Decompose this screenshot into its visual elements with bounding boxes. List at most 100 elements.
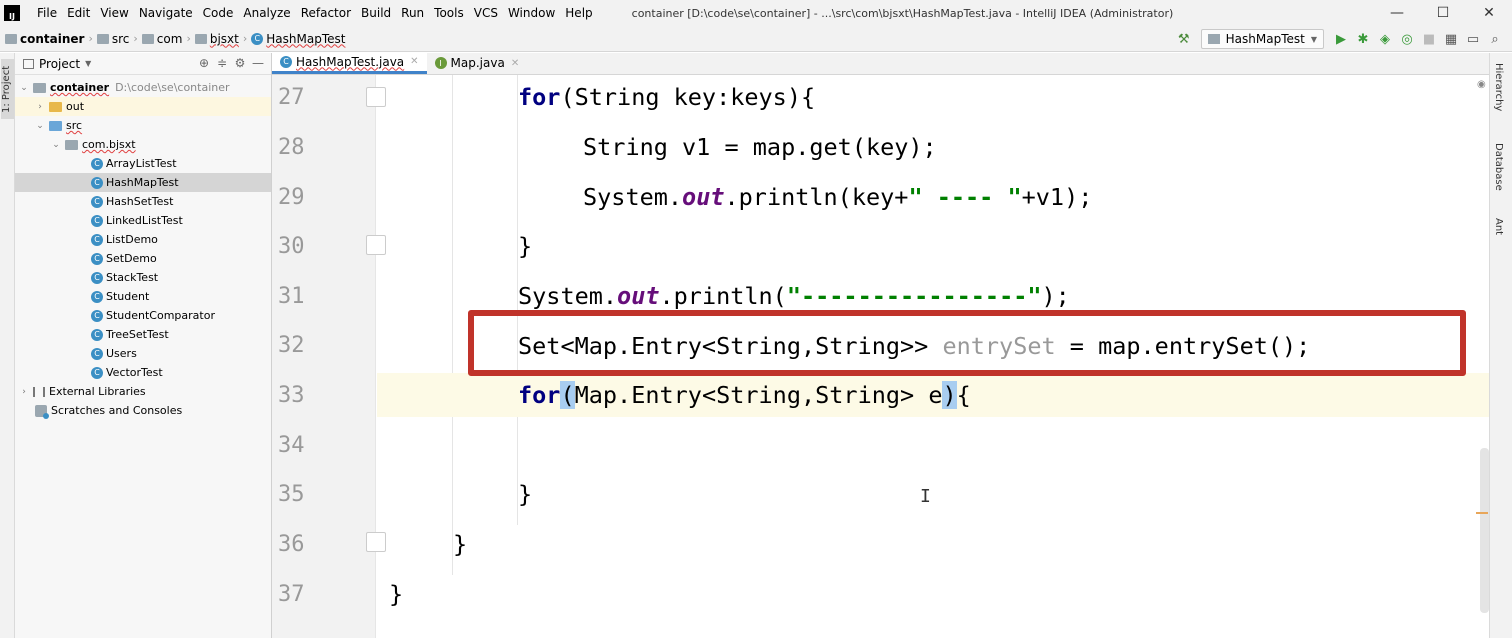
- tree-item-container[interactable]: ⌄ container D:\code\se\container: [15, 78, 271, 97]
- code-area[interactable]: for(String key:keys){ String v1 = map.ge…: [377, 75, 1489, 638]
- menu-view[interactable]: View: [95, 6, 133, 20]
- tree-item-label: LinkedListTest: [106, 214, 183, 227]
- collapse-arrow-icon[interactable]: ›: [35, 102, 45, 112]
- line-number: 30: [278, 234, 305, 259]
- debug-icon[interactable]: ✱: [1352, 28, 1374, 50]
- collapse-all-icon[interactable]: ≑: [213, 56, 231, 70]
- menu-file[interactable]: File: [32, 6, 62, 20]
- project-view-select[interactable]: Project: [39, 57, 80, 71]
- code-line-35: }: [377, 472, 1489, 516]
- tree-item-label: SetDemo: [106, 252, 157, 265]
- code-token: }: [389, 580, 404, 608]
- build-hammer-icon[interactable]: ⚒: [1173, 28, 1195, 50]
- run-configuration-select[interactable]: HashMapTest ▼: [1200, 29, 1324, 49]
- tab-hashmaptest[interactable]: C HashMapTest.java ✕: [272, 52, 427, 74]
- close-icon[interactable]: ✕: [410, 56, 418, 67]
- tree-item-out[interactable]: › out: [15, 97, 271, 116]
- stop-icon[interactable]: ■: [1418, 28, 1440, 50]
- profile-icon[interactable]: ◎: [1396, 28, 1418, 50]
- package-icon: [194, 33, 207, 44]
- menu-code[interactable]: Code: [198, 6, 239, 20]
- tree-item-class[interactable]: C Student: [15, 287, 271, 306]
- breadcrumb-com[interactable]: com: [141, 32, 182, 46]
- tree-item-class[interactable]: C StudentComparator: [15, 306, 271, 325]
- breadcrumb-hashmaptest[interactable]: C HashMapTest: [251, 32, 345, 46]
- menu-vcs[interactable]: VCS: [469, 6, 503, 20]
- menu-build[interactable]: Build: [356, 6, 396, 20]
- close-button[interactable]: ✕: [1466, 0, 1512, 26]
- tree-item-label: StudentComparator: [106, 309, 215, 322]
- bracket-match: (: [560, 381, 575, 409]
- tool-window-database-tab[interactable]: Database: [1493, 143, 1504, 191]
- menu-analyze[interactable]: Analyze: [238, 6, 295, 20]
- breadcrumb-separator-icon: ›: [88, 32, 93, 45]
- class-icon: C: [91, 290, 103, 303]
- tree-item-src[interactable]: ⌄ src: [15, 116, 271, 135]
- menu-tools[interactable]: Tools: [429, 6, 469, 20]
- search-icon[interactable]: ⌕: [1484, 28, 1506, 50]
- breadcrumb-label: container: [20, 31, 85, 46]
- minimize-button[interactable]: —: [1374, 0, 1420, 26]
- code-token: .println(key+: [724, 183, 909, 211]
- line-number: 35: [278, 482, 305, 507]
- chevron-down-icon[interactable]: ▼: [85, 59, 91, 68]
- tree-item-package[interactable]: ⌄ com.bjsxt: [15, 135, 271, 154]
- tree-item-class[interactable]: C StackTest: [15, 268, 271, 287]
- tree-item-class[interactable]: C ArrayListTest: [15, 154, 271, 173]
- tree-item-external-libraries[interactable]: › External Libraries: [15, 382, 271, 401]
- class-icon: C: [91, 233, 103, 246]
- tree-item-class[interactable]: C HashMapTest: [15, 173, 271, 192]
- breadcrumb-bjsxt[interactable]: bjsxt: [194, 32, 239, 46]
- collapse-arrow-icon[interactable]: ›: [19, 387, 29, 397]
- menu-navigate[interactable]: Navigate: [134, 6, 198, 20]
- expand-arrow-icon[interactable]: ⌄: [35, 121, 45, 131]
- intellij-logo-icon: IJ: [4, 5, 20, 21]
- coverage-icon[interactable]: ◈: [1374, 28, 1396, 50]
- menu-run[interactable]: Run: [396, 6, 429, 20]
- gear-icon[interactable]: ⚙: [231, 56, 249, 70]
- tree-item-class[interactable]: C SetDemo: [15, 249, 271, 268]
- right-tool-strip: Hierarchy Database Ant: [1489, 53, 1512, 638]
- breadcrumb-container[interactable]: container: [5, 32, 84, 46]
- tool-window-hierarchy-tab[interactable]: Hierarchy: [1493, 63, 1504, 111]
- breadcrumb-separator-icon: ›: [242, 32, 248, 45]
- breadcrumb-src[interactable]: src: [96, 32, 129, 46]
- tree-item-class[interactable]: C TreeSetTest: [15, 325, 271, 344]
- menu-help[interactable]: Help: [560, 6, 597, 20]
- editor-gutter[interactable]: 27 28 29 30 31 32 33 34 35 36 37: [272, 75, 386, 638]
- terminal-icon[interactable]: ▭: [1462, 28, 1484, 50]
- tab-map[interactable]: I Map.java ✕: [427, 52, 528, 74]
- tree-item-class[interactable]: C ListDemo: [15, 230, 271, 249]
- warning-stripe-marker[interactable]: [1476, 512, 1488, 514]
- code-token: out: [617, 282, 660, 310]
- hide-icon[interactable]: —: [249, 56, 267, 70]
- menu-edit[interactable]: Edit: [62, 6, 95, 20]
- class-icon: C: [91, 195, 103, 208]
- expand-arrow-icon[interactable]: ⌄: [51, 140, 61, 150]
- run-icon[interactable]: ▶: [1330, 28, 1352, 50]
- tree-item-scratches[interactable]: Scratches and Consoles: [15, 401, 271, 420]
- tool-window-project-tab[interactable]: 1: Project: [1, 59, 14, 119]
- tree-item-class[interactable]: C Users: [15, 344, 271, 363]
- close-icon[interactable]: ✕: [511, 58, 519, 69]
- line-number: 29: [278, 185, 305, 210]
- tree-item-class[interactable]: C LinkedListTest: [15, 211, 271, 230]
- menu-refactor[interactable]: Refactor: [296, 6, 356, 20]
- tree-item-class[interactable]: C VectorTest: [15, 363, 271, 382]
- window-controls: — ☐ ✕: [1374, 0, 1512, 26]
- code-line-29: System.out.println(key+" ---- "+v1);: [377, 175, 1489, 219]
- code-token: " ---- ": [908, 183, 1022, 211]
- menu-window[interactable]: Window: [503, 6, 560, 20]
- expand-arrow-icon[interactable]: ⌄: [19, 83, 29, 93]
- package-icon: [65, 139, 78, 150]
- maximize-button[interactable]: ☐: [1420, 0, 1466, 26]
- eye-icon[interactable]: ◉: [1477, 79, 1486, 90]
- tool-window-ant-tab[interactable]: Ant: [1493, 218, 1504, 235]
- tree-item-path: D:\code\se\container: [115, 81, 230, 94]
- project-structure-icon[interactable]: ▦: [1440, 28, 1462, 50]
- locate-icon[interactable]: ⊕: [195, 56, 213, 70]
- class-icon: C: [91, 271, 103, 284]
- editor-scrollbar[interactable]: [1480, 448, 1489, 613]
- tree-item-class[interactable]: C HashSetTest: [15, 192, 271, 211]
- code-token: +v1);: [1021, 183, 1093, 211]
